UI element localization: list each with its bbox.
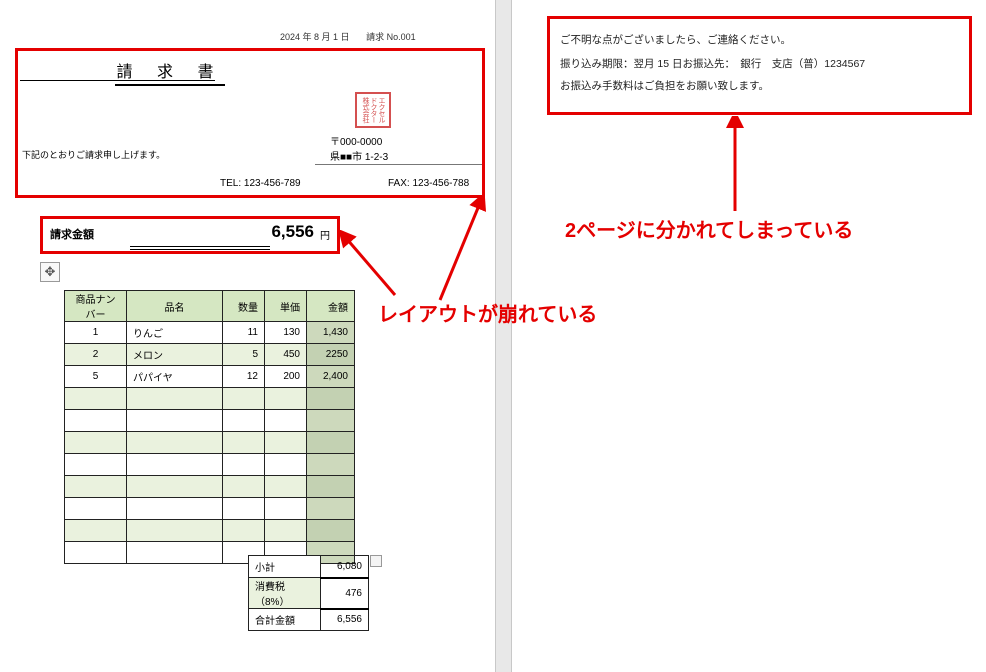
doc-title: 請 求 書 <box>115 58 225 86</box>
table-row-empty <box>65 520 355 542</box>
cell-num: 1 <box>65 322 127 344</box>
cell-amt: 1,430 <box>307 322 355 344</box>
telephone: TEL: 123-456-789 <box>220 178 301 189</box>
cell-qty: 11 <box>223 322 265 344</box>
billing-note: 下記のとおりご請求申し上げます。 <box>22 148 165 161</box>
subtotal-label: 小計 <box>249 556 321 578</box>
header-meta: 2024 年 8 月 1 日 請求 No.001 <box>280 30 430 43</box>
callout-split-pages: 2ページに分かれてしまっている <box>565 214 853 243</box>
recipient-underline <box>20 80 215 81</box>
col-header-qty: 数量 <box>223 291 265 322</box>
doc-number: 請求 No.001 <box>366 32 416 42</box>
cell-name: メロン <box>127 344 223 366</box>
info-line-3: お振込み手数料はご負担をお願い致します。 <box>560 78 769 93</box>
callout-layout-broken: レイアウトが崩れている <box>378 298 597 327</box>
cell-amt: 2250 <box>307 344 355 366</box>
billing-amount: 6,556 <box>140 222 314 242</box>
address-underline <box>315 164 485 165</box>
cell-qty: 12 <box>223 366 265 388</box>
table-row-empty <box>65 454 355 476</box>
subtotal-value: 6,080 <box>321 556 369 578</box>
table-row-empty <box>65 410 355 432</box>
resize-handle-icon[interactable] <box>370 555 382 567</box>
table-row-empty <box>65 476 355 498</box>
tax-value: 476 <box>321 578 369 609</box>
total-label: 合計金額 <box>249 609 321 631</box>
billing-yen: 円 <box>320 227 330 242</box>
info-line-2: 振り込み期限：翌月 15 日お振込先： 銀行 支店（普）1234567 <box>560 56 865 71</box>
col-header-number: 商品ナンバー <box>65 291 127 322</box>
page-divider <box>495 0 512 672</box>
col-header-amount: 金額 <box>307 291 355 322</box>
fax: FAX: 123-456-788 <box>388 178 469 189</box>
table-row-empty <box>65 498 355 520</box>
cell-num: 5 <box>65 366 127 388</box>
cell-name: りんご <box>127 322 223 344</box>
table-row-empty <box>65 388 355 410</box>
tax-label: 消費税（8%） <box>249 578 321 609</box>
cell-name: パパイヤ <box>127 366 223 388</box>
billing-amount-row: 請求金額 6,556 円 <box>50 222 330 242</box>
cell-qty: 5 <box>223 344 265 366</box>
table-row-empty <box>65 432 355 454</box>
items-tbody: 1りんご111301,4302メロン545022505パパイヤ122002,40… <box>65 322 355 564</box>
postal-code: 〒000-0000 <box>330 133 382 148</box>
page-1: 2024 年 8 月 1 日 請求 No.001 請 求 書 エクセル ドクター… <box>0 0 495 672</box>
items-table: 商品ナンバー 品名 数量 単価 金額 1りんご111301,4302メロン545… <box>64 290 355 564</box>
doc-date: 2024 年 8 月 1 日 <box>280 32 350 42</box>
cell-num: 2 <box>65 344 127 366</box>
company-stamp: エクセル ドクター 株式会社 <box>355 92 391 128</box>
cell-price: 450 <box>265 344 307 366</box>
address-line: 県■■市 1-2-3 <box>330 148 388 163</box>
table-row: 5パパイヤ122002,400 <box>65 366 355 388</box>
info-line-1: ご不明な点がございましたら、ご連絡ください。 <box>560 32 791 47</box>
totals-table: 小計 6,080 消費税（8%） 476 合計金額 6,556 <box>248 555 369 631</box>
cell-price: 130 <box>265 322 307 344</box>
table-row: 1りんご111301,430 <box>65 322 355 344</box>
page-2 <box>512 0 986 672</box>
table-row: 2メロン54502250 <box>65 344 355 366</box>
total-value: 6,556 <box>321 609 369 631</box>
move-handle-icon[interactable]: ✥ <box>40 262 60 282</box>
billing-label: 請求金額 <box>50 226 140 242</box>
col-header-name: 品名 <box>127 291 223 322</box>
cell-price: 200 <box>265 366 307 388</box>
billing-underline <box>130 246 270 250</box>
col-header-price: 単価 <box>265 291 307 322</box>
cell-amt: 2,400 <box>307 366 355 388</box>
